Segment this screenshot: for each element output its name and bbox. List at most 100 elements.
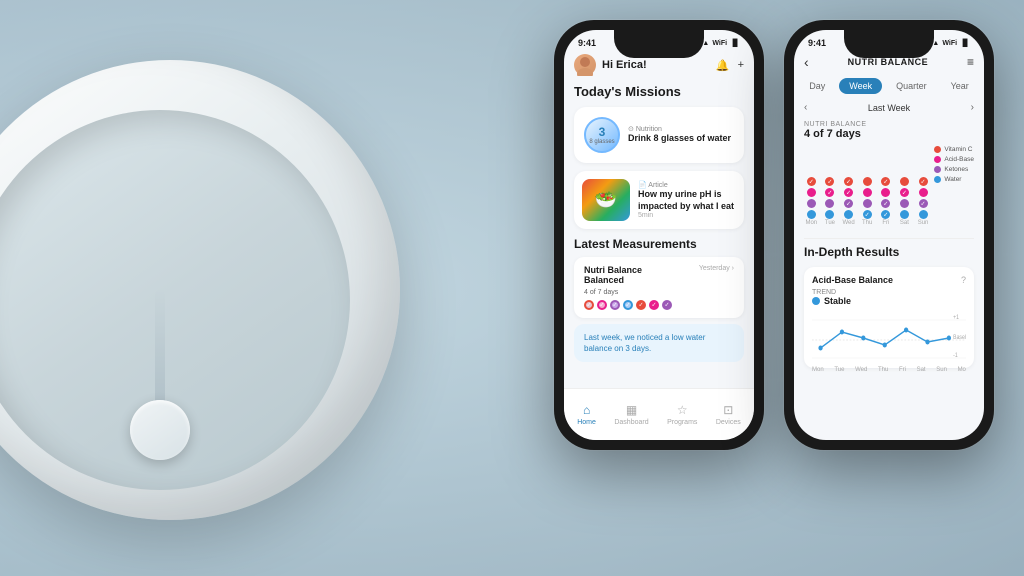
toilet-bowl [0,60,400,520]
nav-programs-label: Programs [667,419,697,426]
add-icon[interactable]: + [738,59,744,71]
phone-1-content: Hi Erica! 🔔 + Today's Missions 3 8 glass… [564,50,754,362]
mission-description: Drink 8 glasses of water [628,133,734,145]
legend-acid-base-label: Acid-Base [944,156,974,163]
trend-label: TREND [812,289,966,296]
battery-icon-2: ▐▌ [960,40,970,47]
tab-year[interactable]: Year [941,78,979,94]
mini-line-chart: Baseline +1 -1 [812,310,966,360]
nav-programs[interactable]: ☆ Programs [667,403,697,426]
trend-status-dot [812,297,820,305]
tab-day[interactable]: Day [799,78,835,94]
greeting-text: Hi Erica! [602,59,647,71]
result-info-icon[interactable]: ? [961,275,966,285]
acid-base-dot [934,156,941,163]
mcard-date: Yesterday › [699,265,734,272]
article-text: 📄 Article How my urine pH is impacted by… [638,181,736,219]
toilet-sensor [130,400,190,460]
divider [804,238,974,239]
toilet-inner [0,110,350,490]
phone-1-notch [614,30,704,58]
menu-button[interactable]: ≡ [967,55,974,69]
prev-week-button[interactable]: ‹ [804,102,807,113]
legend-ketones-label: Ketones [944,166,968,173]
bar-chart: ✓ Mon [804,146,930,230]
water-count-circle: 3 8 glasses [584,117,620,153]
dot-6 [649,300,659,310]
dot-1 [584,300,594,310]
nav-home-label: Home [577,419,596,426]
legend-water-label: Water [944,176,961,183]
legend-ketones: Ketones [934,166,974,173]
dot-4 [623,300,633,310]
result-item: Acid-Base Balance ? TREND Stable Baselin [804,267,974,368]
dot-2 [597,300,607,310]
chart-subtitle: 4 of 7 days [804,128,974,140]
bar-wed: ✓ ✓ ✓ [841,177,856,226]
devices-icon: ⊡ [723,403,733,417]
article-title: How my urine pH is impacted by what I ea… [638,189,736,212]
wifi-icon-2: WiFi [942,40,957,47]
nav-devices-label: Devices [716,419,741,426]
mcard-title: Nutri BalanceBalanced [584,265,642,285]
home-icon: ⌂ [583,403,590,417]
article-time: 5min [638,212,736,219]
dot-7 [662,300,672,310]
mission-text: ⊙ Nutrition Drink 8 glasses of water [628,125,734,145]
mcard-header: Nutri BalanceBalanced Yesterday › [584,265,734,285]
phone-1-screen: 9:41 ▲▲▲ WiFi ▐▌ [564,30,754,440]
nav-home[interactable]: ⌂ Home [577,403,596,426]
tab-quarter[interactable]: Quarter [886,78,937,94]
article-card[interactable]: 📄 Article How my urine pH is impacted by… [574,171,744,229]
toilet-strip [155,290,165,410]
trend-value: Stable [812,296,966,306]
legend-vitamin-c: Vitamin C [934,146,974,153]
phone-2-time: 9:41 [808,38,826,48]
phone-2-screen: 9:41 ▲▲▲ WiFi ▐▌ ‹ NUTRI BALANCE ≡ Day W [794,30,984,440]
nav-dashboard[interactable]: ▦ Dashboard [614,403,648,426]
back-button[interactable]: ‹ [804,54,809,70]
trend-text: Stable [824,296,851,306]
bar-fri: ✓ ✓ ✓ [879,177,894,226]
chart-with-legend: ✓ Mon [804,146,974,230]
measurement-card[interactable]: Nutri BalanceBalanced Yesterday › 4 of 7… [574,257,744,318]
phone-1: 9:41 ▲▲▲ WiFi ▐▌ [554,20,764,450]
nav-devices[interactable]: ⊡ Devices [716,403,741,426]
water-mission-card[interactable]: 3 8 glasses ⊙ Nutrition Drink 8 glasses … [574,107,744,163]
bar-thu: ✓ Thu [860,177,875,226]
svg-text:+1: +1 [953,315,959,321]
tab-week[interactable]: Week [839,78,882,94]
chart-label: NUTRI BALANCE [804,121,974,128]
water-alert: Last week, we noticed a low water balanc… [574,324,744,362]
phone-2: 9:41 ▲▲▲ WiFi ▐▌ ‹ NUTRI BALANCE ≡ Day W [784,20,994,450]
missions-title: Today's Missions [574,84,744,99]
phone-2-content: ‹ NUTRI BALANCE ≡ Day Week Quarter Year … [794,50,984,368]
ketones-dot [934,166,941,173]
measurements-title: Latest Measurements [574,237,744,251]
battery-icon: ▐▌ [730,40,740,47]
notification-icon[interactable]: 🔔 [716,59,730,72]
screen-title: NUTRI BALANCE [848,57,929,67]
phones-container: 9:41 ▲▲▲ WiFi ▐▌ [554,20,994,450]
nav-dashboard-label: Dashboard [614,419,648,426]
water-dot [934,176,941,183]
result-name: Acid-Base Balance [812,275,893,285]
next-week-button[interactable]: › [971,102,974,113]
programs-icon: ☆ [677,403,688,417]
dashboard-icon: ▦ [626,403,637,417]
bars-row: ✓ Mon [804,146,930,226]
user-avatar [574,54,596,76]
dots-row [584,300,734,310]
svg-text:Baseline: Baseline [953,335,966,341]
phone-1-time: 9:41 [578,38,596,48]
nutrition-icon: ⊙ [628,125,634,133]
phone-2-notch [844,30,934,58]
mcard-sub: 4 of 7 days [584,289,734,296]
nutri-balance-chart: NUTRI BALANCE 4 of 7 days ✓ [804,121,974,230]
legend-acid-base: Acid-Base [934,156,974,163]
bar-sat: ✓ Sat [897,177,912,226]
chart-day-labels: Mon Tue Wed Thu Fri Sat Sun Mo [812,367,966,373]
bar-tue: ✓ ✓ Tue [823,177,838,226]
dot-5 [636,300,646,310]
week-label: Last Week [868,103,910,113]
